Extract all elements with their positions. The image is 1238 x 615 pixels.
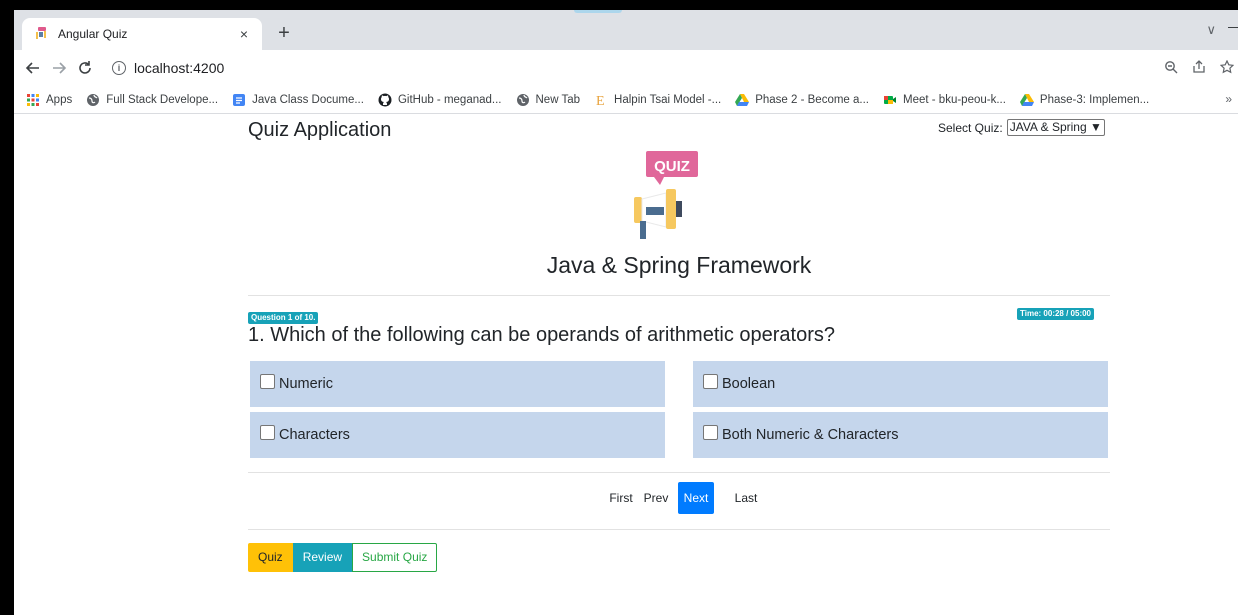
bookmark-phase-2[interactable]: Phase 2 - Become a... [735, 93, 869, 107]
bookmark-phase-3[interactable]: Phase-3: Implemen... [1019, 93, 1150, 107]
divider [248, 295, 1110, 296]
option-label: Both Numeric & Characters [722, 427, 899, 443]
bookmark-label: Java Class Docume... [252, 93, 364, 106]
bookmark-label: Phase-3: Implemen... [1039, 93, 1150, 106]
quiz-favicon-icon [32, 26, 48, 42]
address-bar[interactable]: i localhost:4200 [104, 54, 1164, 82]
bookmark-star-icon[interactable] [1219, 59, 1235, 77]
tab-title: Angular Quiz [58, 27, 128, 41]
timer-badge: Time: 00:28 / 05:00 [1017, 308, 1095, 320]
bookmarks-bar: Apps Full Stack Develope... Java Class D… [14, 86, 1238, 114]
drive-icon [1019, 93, 1034, 107]
bookmark-label: Phase 2 - Become a... [755, 93, 870, 106]
share-icon[interactable] [1192, 59, 1206, 77]
chevron-down-icon: ▼ [1089, 120, 1102, 134]
option-numeric[interactable]: Numeric [250, 361, 665, 407]
quiz-selector: Select Quiz: JAVA & Spring ▼ [938, 119, 1105, 136]
site-info-icon[interactable]: i [112, 61, 126, 75]
back-arrow-icon[interactable] [20, 55, 46, 81]
option-boolean[interactable]: Boolean [693, 361, 1108, 407]
option-label: Characters [279, 427, 350, 443]
bookmark-new-tab[interactable]: New Tab [516, 93, 581, 107]
bookmark-label: Apps [46, 93, 73, 106]
bookmark-meet[interactable]: Meet - bku-peou-k... [883, 93, 1006, 107]
option-label: Numeric [279, 376, 333, 392]
bookmark-halpin-tsai[interactable]: E Halpin Tsai Model -... [594, 93, 722, 109]
bookmark-label: GitHub - meganad... [397, 93, 502, 106]
docs-icon [232, 93, 246, 107]
browser-window: Angular Quiz × + ∨ i localhost:4200 Apps… [14, 10, 1238, 615]
tab-strip-highlight [574, 10, 622, 13]
svg-text:E: E [596, 94, 605, 107]
option-checkbox[interactable] [703, 373, 718, 389]
apps-grid-icon [26, 93, 40, 107]
last-button[interactable]: Last [732, 482, 760, 514]
meet-icon [883, 93, 897, 107]
zoom-icon[interactable] [1164, 60, 1178, 77]
minimize-icon[interactable] [1228, 27, 1238, 28]
quiz-select-value: JAVA & Spring [1009, 120, 1087, 134]
option-label: Boolean [722, 376, 776, 392]
question-counter-badge: Question 1 of 10. [248, 312, 319, 324]
first-button[interactable]: First [606, 482, 636, 514]
tab-angular-quiz[interactable]: Angular Quiz × [22, 18, 262, 50]
bookmark-label: Meet - bku-peou-k... [903, 93, 1006, 106]
browser-toolbar: i localhost:4200 [14, 50, 1238, 86]
quiz-select-dropdown[interactable]: JAVA & Spring ▼ [1006, 119, 1105, 136]
forward-arrow-icon[interactable] [46, 55, 72, 81]
tab-strip: Angular Quiz × + ∨ [14, 10, 1238, 50]
e-letter-icon: E [594, 93, 608, 109]
omnibox-actions [1164, 59, 1235, 77]
submit-quiz-button[interactable]: Submit Quiz [352, 543, 438, 572]
tab-search-icon[interactable]: ∨ [1206, 22, 1216, 38]
app-title: Quiz Application [248, 119, 392, 141]
reload-icon[interactable] [72, 55, 98, 81]
url-text: localhost:4200 [134, 60, 225, 76]
bookmark-apps[interactable]: Apps [26, 93, 72, 107]
new-tab-button[interactable]: + [270, 20, 298, 48]
question-text: 1. Which of the following can be operand… [248, 324, 835, 346]
option-checkbox[interactable] [260, 373, 275, 389]
quiz-megaphone-logo: QUIZ [620, 149, 700, 243]
drive-icon [735, 93, 750, 107]
github-icon [378, 93, 392, 107]
select-quiz-label: Select Quiz: [938, 120, 1003, 135]
option-both[interactable]: Both Numeric & Characters [693, 412, 1108, 458]
pagination: First Prev Next Last [14, 482, 1238, 514]
bookmark-label: Full Stack Develope... [106, 93, 219, 106]
logo-text: QUIZ [654, 158, 690, 175]
bookmark-label: New Tab [535, 93, 581, 106]
globe-icon [86, 93, 100, 107]
prev-button[interactable]: Prev [640, 482, 672, 514]
quiz-mode-button[interactable]: Quiz [248, 543, 293, 572]
globe-icon [516, 93, 530, 107]
tab-close-icon[interactable]: × [236, 26, 252, 42]
next-button[interactable]: Next [678, 482, 714, 514]
bookmarks-overflow-icon[interactable]: » [1225, 92, 1232, 106]
option-checkbox[interactable] [703, 424, 718, 440]
bookmark-label: Halpin Tsai Model -... [614, 93, 722, 106]
review-mode-button[interactable]: Review [292, 543, 353, 572]
bookmark-java-class[interactable]: Java Class Docume... [232, 93, 364, 107]
divider [248, 472, 1110, 473]
bookmark-full-stack[interactable]: Full Stack Develope... [86, 93, 218, 107]
option-characters[interactable]: Characters [250, 412, 665, 458]
divider [248, 529, 1110, 530]
bookmark-github[interactable]: GitHub - meganad... [378, 93, 502, 107]
option-checkbox[interactable] [260, 424, 275, 440]
mode-button-group: Quiz Review Submit Quiz [248, 543, 438, 572]
quiz-name-heading: Java & Spring Framework [546, 252, 812, 278]
quiz-page: Quiz Application Select Quiz: JAVA & Spr… [14, 115, 1238, 615]
